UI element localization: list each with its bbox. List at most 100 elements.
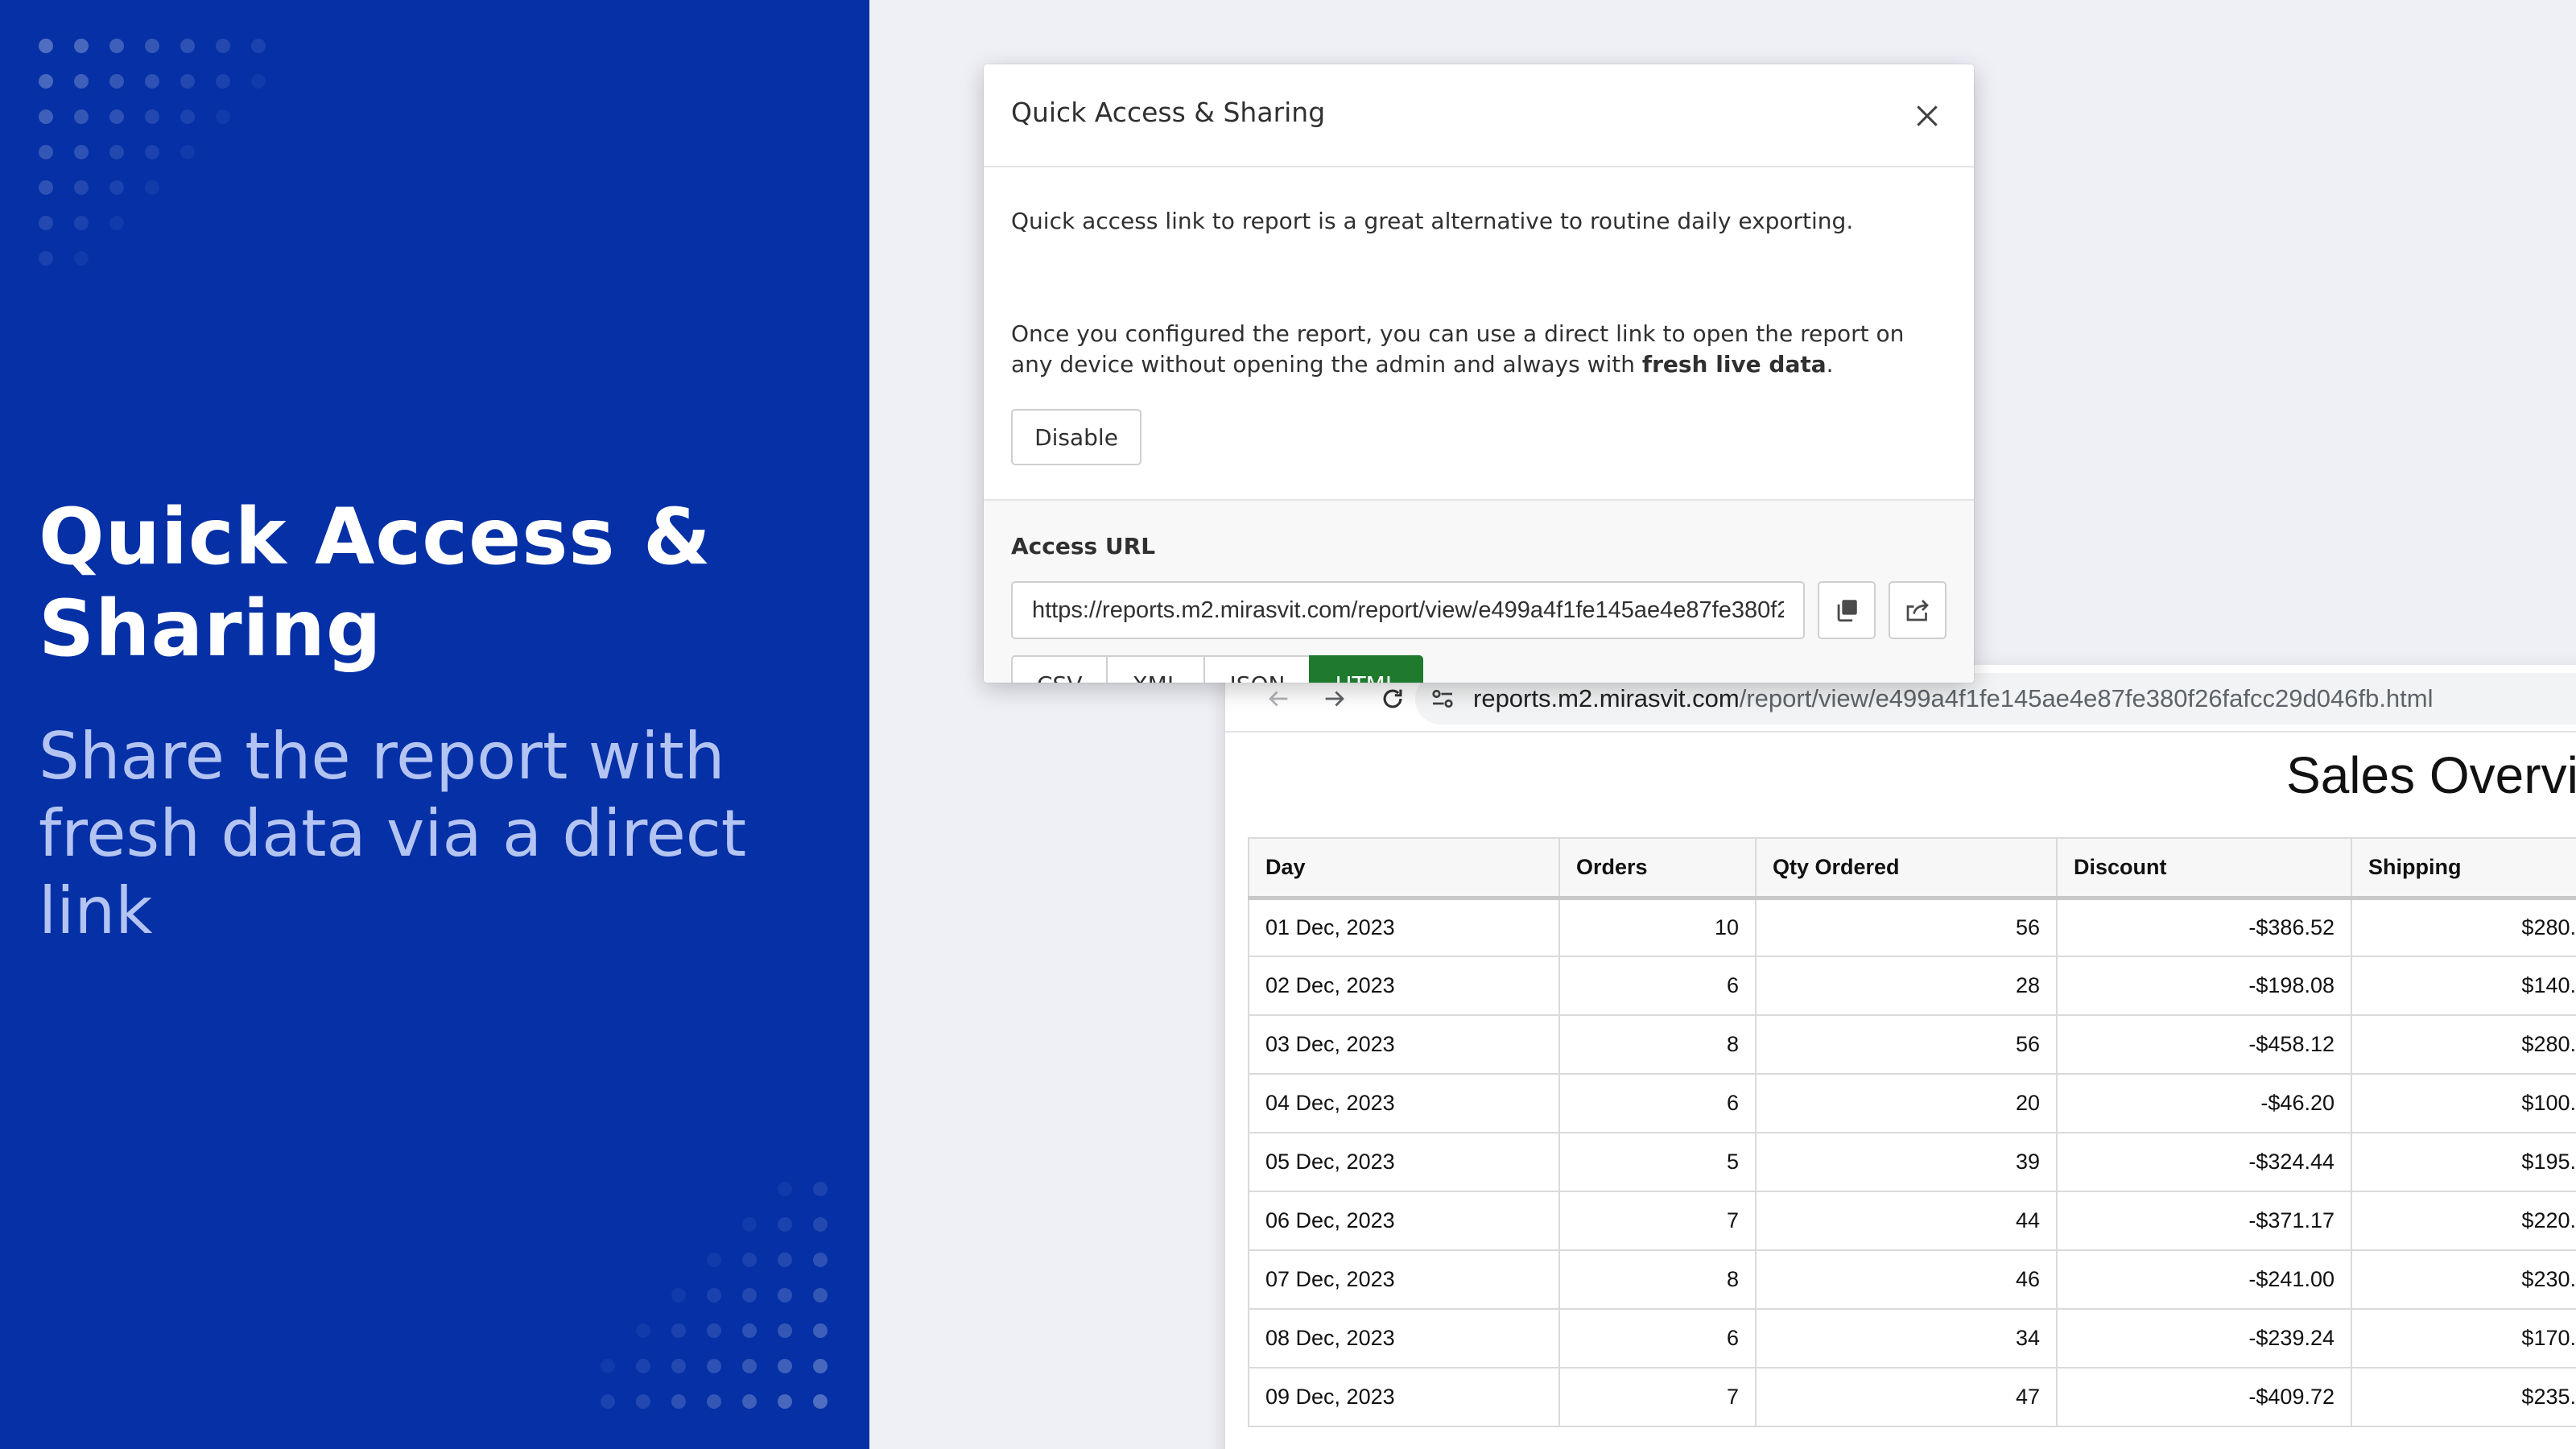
access-url-section: Access URL CSV XML JSON HTML — [984, 499, 1974, 683]
decorative-dot — [778, 1359, 792, 1373]
cell-day: 07 Dec, 2023 — [1248, 1249, 1560, 1310]
cell-day: 09 Dec, 2023 — [1248, 1367, 1560, 1427]
decorative-dot — [813, 1288, 828, 1302]
cell-shipping: $170. — [2351, 1308, 2576, 1368]
decorative-dot — [707, 1288, 721, 1302]
format-html-button[interactable]: HTML — [1309, 655, 1424, 683]
access-url-input[interactable] — [1011, 581, 1805, 639]
decorative-dot — [74, 109, 89, 124]
cell-orders: 8 — [1558, 1249, 1757, 1310]
format-xml-button[interactable]: XML — [1106, 655, 1206, 683]
decorative-dot — [601, 1394, 615, 1409]
table-row: 03 Dec, 2023 8 56 -$458.12 $280. — [1248, 1014, 2576, 1075]
decorative-dot — [180, 145, 195, 159]
browser-window: reports.m2.mirasvit.com/report/view/e499… — [1224, 665, 2576, 1449]
decorative-dot — [109, 216, 124, 230]
decorative-dot — [145, 74, 159, 89]
decorative-dot — [74, 74, 89, 89]
cell-orders: 5 — [1558, 1132, 1757, 1192]
column-header-shipping[interactable]: Shipping — [2351, 837, 2576, 900]
decorative-dot — [742, 1394, 757, 1409]
decorative-dot — [145, 39, 159, 53]
decorative-dot — [707, 1323, 721, 1338]
cell-discount: -$46.20 — [2056, 1073, 2352, 1133]
table-row: 06 Dec, 2023 7 44 -$371.17 $220. — [1248, 1191, 2576, 1251]
cell-discount: -$239.24 — [2056, 1308, 2352, 1368]
modal-title: Quick Access & Sharing — [1011, 97, 1326, 128]
cell-qty-ordered: 39 — [1755, 1132, 2058, 1192]
decorative-dot — [180, 39, 195, 53]
decorative-dot — [813, 1217, 828, 1232]
decorative-dot — [813, 1323, 828, 1338]
cell-orders: 7 — [1558, 1191, 1757, 1251]
reload-icon[interactable] — [1370, 676, 1415, 721]
decorative-dot — [39, 109, 53, 124]
column-header-day[interactable]: Day — [1248, 837, 1560, 900]
cell-qty-ordered: 47 — [1755, 1367, 2058, 1427]
modal-instructions: Once you configured the report, you can … — [1011, 319, 1937, 380]
cell-shipping: $100. — [2351, 1073, 2576, 1133]
copy-button[interactable] — [1818, 581, 1876, 639]
cell-discount: -$371.17 — [2056, 1191, 2352, 1251]
cell-discount: -$409.72 — [2056, 1367, 2352, 1427]
modal-header: Quick Access & Sharing — [984, 64, 1974, 167]
instructions-bold-text: fresh live data — [1641, 351, 1827, 378]
decorative-dot — [671, 1323, 686, 1338]
close-icon[interactable] — [1901, 90, 1953, 142]
decorative-dot — [742, 1323, 757, 1338]
decorative-dot — [216, 74, 230, 89]
cell-qty-ordered: 28 — [1755, 956, 2058, 1016]
decorative-dot — [778, 1253, 792, 1267]
back-arrow-icon[interactable] — [1256, 676, 1301, 721]
decorative-dot — [636, 1359, 650, 1373]
disable-button[interactable]: Disable — [1011, 409, 1141, 465]
decorative-dot — [813, 1253, 828, 1267]
decorative-dot — [109, 74, 124, 89]
decorative-dot — [742, 1217, 757, 1232]
decorative-dot — [601, 1359, 615, 1373]
open-external-button[interactable] — [1889, 581, 1946, 639]
cell-qty-ordered: 20 — [1755, 1073, 2058, 1133]
cell-day: 04 Dec, 2023 — [1248, 1073, 1560, 1133]
address-host: reports.m2.mirasvit.com — [1473, 684, 1740, 712]
cell-discount: -$458.12 — [2056, 1014, 2352, 1075]
forward-arrow-icon[interactable] — [1312, 676, 1357, 721]
decorative-dot — [74, 145, 89, 159]
decorative-dot — [109, 145, 124, 159]
format-json-button[interactable]: JSON — [1203, 655, 1311, 683]
decorative-dot — [778, 1394, 792, 1409]
decorative-dot — [145, 109, 159, 124]
decorative-dot — [145, 180, 159, 195]
cell-qty-ordered: 56 — [1755, 1014, 2058, 1075]
cell-discount: -$241.00 — [2056, 1249, 2352, 1310]
decorative-dot — [251, 39, 266, 53]
decorative-dot — [707, 1253, 721, 1267]
format-csv-button[interactable]: CSV — [1011, 655, 1108, 683]
decorative-dot — [813, 1359, 828, 1373]
column-header-qty-ordered[interactable]: Qty Ordered — [1755, 837, 2058, 900]
cell-shipping: $280. — [2351, 897, 2576, 957]
decorative-dot — [742, 1359, 757, 1373]
decorative-dot — [39, 145, 53, 159]
decorative-dot — [39, 180, 53, 195]
decorative-dot — [813, 1394, 828, 1409]
report-table: Day Orders Qty Ordered Discount Shipping… — [1248, 837, 2576, 1427]
decorative-dot — [742, 1288, 757, 1302]
cell-day: 08 Dec, 2023 — [1248, 1308, 1560, 1368]
cell-day: 06 Dec, 2023 — [1248, 1191, 1560, 1251]
cell-orders: 7 — [1558, 1367, 1757, 1427]
cell-shipping: $280. — [2351, 1014, 2576, 1075]
decorative-dot — [778, 1323, 792, 1338]
decorative-dot — [216, 109, 230, 124]
site-settings-icon[interactable] — [1428, 684, 1457, 713]
promo-title: Quick Access & Sharing — [39, 492, 712, 674]
column-header-discount[interactable]: Discount — [2056, 837, 2352, 900]
cell-orders: 10 — [1558, 897, 1757, 957]
cell-day: 03 Dec, 2023 — [1248, 1014, 1560, 1075]
cell-qty-ordered: 56 — [1755, 897, 2058, 957]
instructions-end: . — [1826, 351, 1834, 378]
table-row: 07 Dec, 2023 8 46 -$241.00 $230. — [1248, 1249, 2576, 1310]
decorative-dot — [74, 251, 89, 266]
decorative-dot — [109, 109, 124, 124]
column-header-orders[interactable]: Orders — [1558, 837, 1757, 900]
